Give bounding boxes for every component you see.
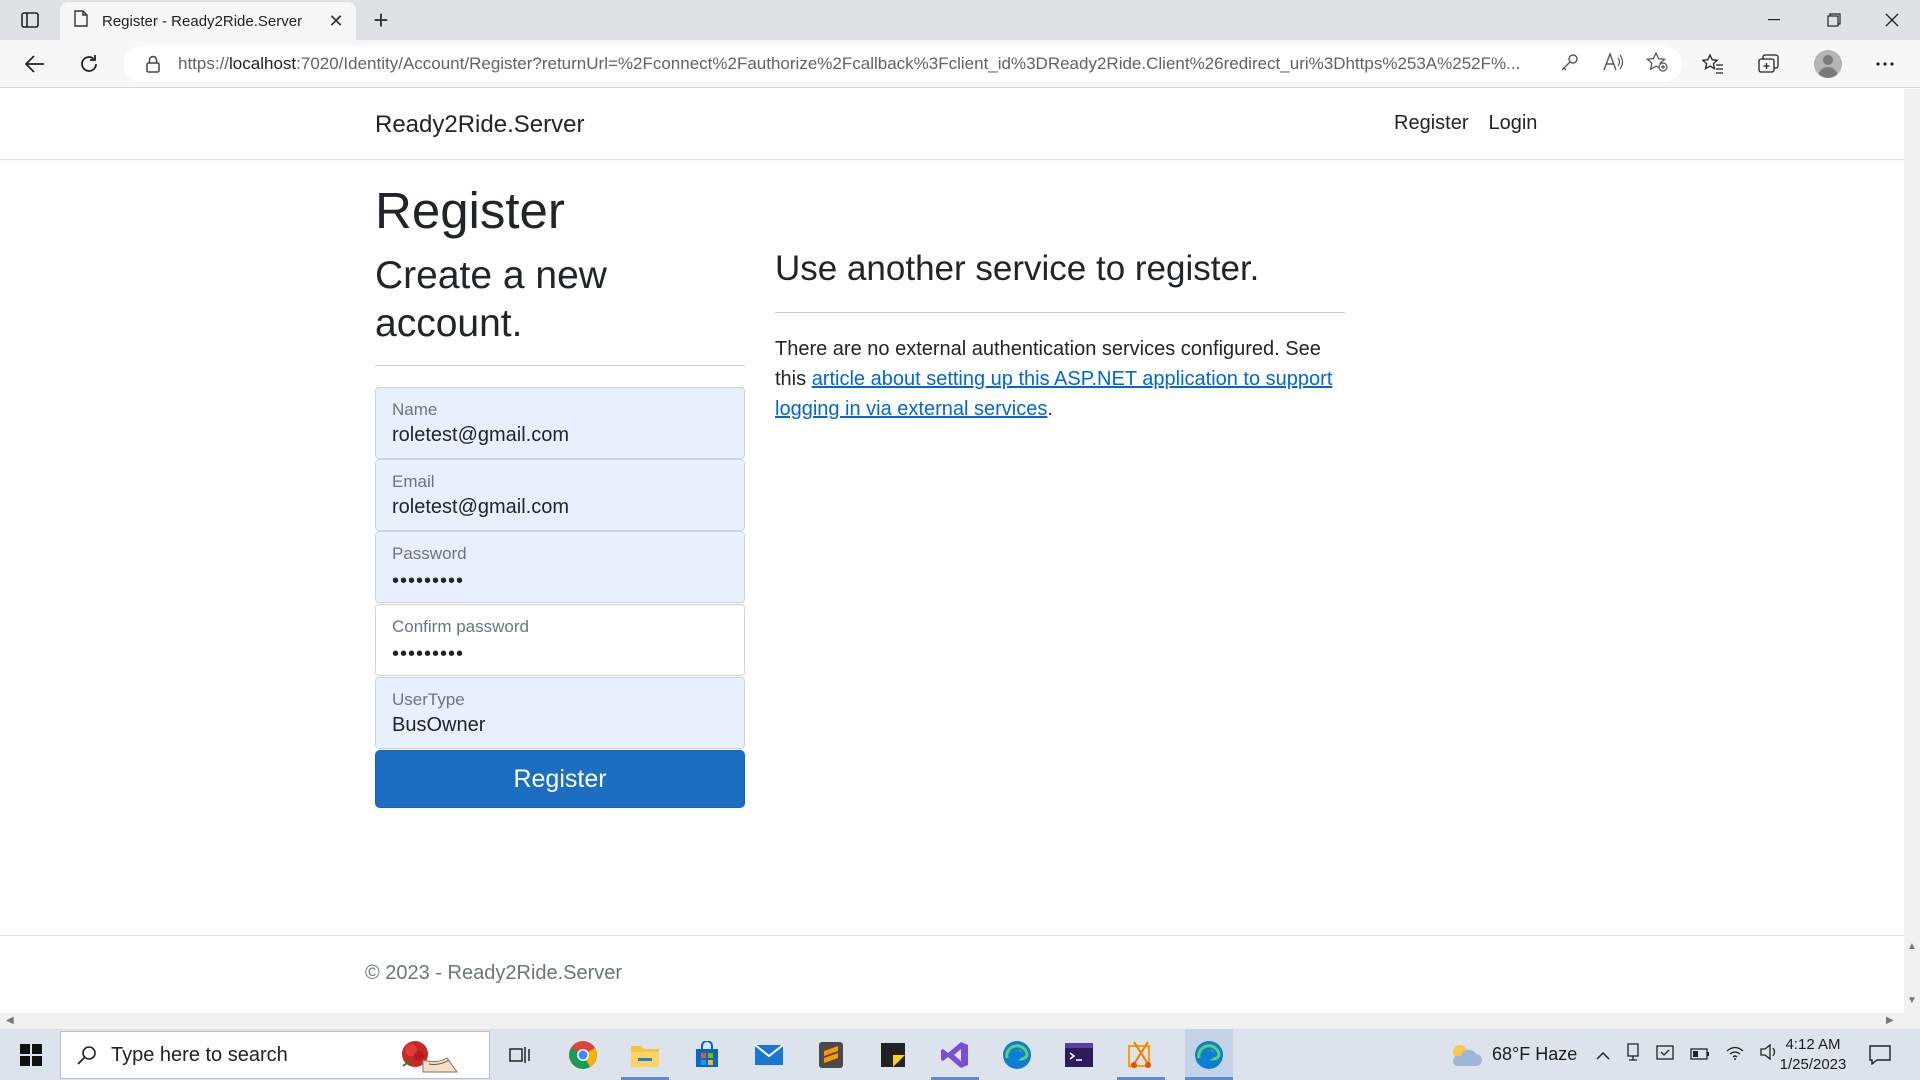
divider — [775, 312, 1345, 313]
add-favorite-icon[interactable] — [1645, 51, 1668, 77]
site-brand[interactable]: Ready2Ride.Server — [375, 111, 584, 139]
sticky-notes-icon[interactable] — [875, 1037, 911, 1073]
usertype-field[interactable]: UserType BusOwner — [375, 677, 745, 749]
terminal-icon[interactable] — [1061, 1037, 1097, 1073]
system-clock[interactable]: 4:12 AM 1/25/2023 — [1772, 1035, 1854, 1075]
external-text-end: . — [1047, 398, 1053, 420]
search-icon — [77, 1045, 97, 1065]
page-title: Register — [375, 182, 565, 239]
meet-now-icon[interactable] — [1626, 1043, 1640, 1066]
weather-cloud-icon — [1452, 1044, 1482, 1066]
name-field[interactable]: Name roletest@gmail.com — [375, 387, 745, 459]
collections-icon[interactable] — [1752, 48, 1786, 80]
file-explorer-icon[interactable] — [627, 1037, 663, 1073]
profile-avatar[interactable] — [1814, 50, 1842, 78]
form-subtitle: Create a new account. — [375, 254, 607, 345]
chevron-up-icon[interactable] — [1596, 1044, 1610, 1065]
scroll-up-icon[interactable]: ▲ — [1907, 941, 1917, 952]
refresh-icon[interactable] — [72, 48, 106, 80]
clock-time: 4:12 AM — [1785, 1036, 1841, 1053]
password-label: Password — [392, 544, 467, 563]
notifications-icon[interactable] — [1862, 1037, 1898, 1073]
email-field[interactable]: Email roletest@gmail.com — [375, 459, 745, 531]
edge-active-icon[interactable] — [1185, 1029, 1233, 1080]
external-services-article-link[interactable]: article about setting up this ASP.NET ap… — [775, 368, 1332, 420]
footer-copyright: © 2023 - Ready2Ride.Server — [365, 962, 623, 984]
site-navbar: Ready2Ride.Server Register Login — [0, 89, 1904, 160]
weather-text: 68°F Haze — [1492, 1044, 1578, 1064]
microsoft-store-icon[interactable] — [689, 1037, 725, 1073]
more-options-icon[interactable] — [1868, 48, 1902, 80]
snipping-tool-icon[interactable] — [1123, 1037, 1159, 1073]
clock-date: 1/25/2023 — [1779, 1056, 1847, 1073]
favorites-icon[interactable] — [1696, 48, 1730, 80]
edge-icon[interactable] — [999, 1037, 1035, 1073]
key-icon[interactable] — [1560, 52, 1580, 77]
tab-title: Register - Ready2Ride.Server — [102, 12, 303, 30]
visual-studio-icon[interactable] — [937, 1037, 973, 1073]
browser-tab-bar: Register - Ready2Ride.Server ✕ + — [0, 0, 1920, 40]
battery-icon[interactable] — [1690, 1044, 1710, 1065]
browser-tab-active[interactable]: Register - Ready2Ride.Server ✕ — [60, 2, 356, 40]
site-footer: © 2023 - Ready2Ride.Server — [0, 935, 1904, 1013]
page-viewport: Ready2Ride.Server Register Login Registe… — [0, 89, 1904, 1013]
scroll-down-icon[interactable]: ▼ — [1907, 995, 1917, 1006]
scroll-left-icon[interactable]: ◀ — [6, 1015, 14, 1026]
security-icon[interactable] — [1656, 1043, 1674, 1066]
horizontal-scrollbar[interactable]: ◀ ▶ — [0, 1013, 1904, 1029]
external-heading: Use another service to register. — [775, 249, 1260, 288]
mail-icon[interactable] — [751, 1037, 787, 1073]
password-field[interactable]: Password ••••••••• — [375, 531, 745, 603]
lock-icon[interactable] — [146, 55, 166, 73]
page-icon — [74, 10, 88, 32]
close-window-icon[interactable] — [1864, 0, 1920, 40]
confirm-password-label: Confirm password — [392, 617, 529, 636]
close-tab-icon[interactable]: ✕ — [322, 7, 350, 35]
system-tray — [1596, 1029, 1778, 1080]
name-value[interactable]: roletest@gmail.com — [392, 424, 569, 447]
url-path: :7020/Identity/Account/Register?returnUr… — [296, 54, 1521, 73]
address-bar[interactable]: https://localhost:7020/Identity/Account/… — [124, 46, 1682, 82]
url-host: localhost — [229, 54, 297, 73]
scroll-right-icon[interactable]: ▶ — [1886, 1015, 1894, 1026]
tab-actions-icon[interactable] — [14, 8, 46, 32]
register-button[interactable]: Register — [375, 750, 745, 808]
wifi-icon[interactable] — [1726, 1044, 1744, 1065]
url-scheme: https:// — [178, 54, 230, 73]
vertical-scrollbar[interactable]: ▲ ▼ — [1904, 89, 1920, 1013]
read-aloud-icon[interactable] — [1602, 52, 1624, 77]
divider — [375, 365, 745, 366]
minimize-icon[interactable] — [1746, 0, 1802, 40]
confirm-password-value[interactable]: ••••••••• — [392, 643, 464, 666]
search-placeholder: Type here to search — [111, 1043, 288, 1066]
task-view-icon[interactable] — [502, 1037, 538, 1073]
url-text[interactable]: https://localhost:7020/Identity/Account/… — [178, 54, 1544, 74]
new-tab-icon[interactable]: + — [366, 5, 396, 35]
email-value[interactable]: roletest@gmail.com — [392, 496, 569, 519]
external-info-text: There are no external authentication ser… — [775, 334, 1345, 424]
confirm-password-field[interactable]: Confirm password ••••••••• — [375, 604, 745, 676]
search-highlight-image — [402, 1041, 458, 1073]
sublime-text-icon[interactable] — [813, 1037, 849, 1073]
windows-start-icon[interactable] — [10, 1039, 52, 1071]
password-value[interactable]: ••••••••• — [392, 570, 464, 593]
nav-register-link[interactable]: Register — [1394, 112, 1468, 135]
name-label: Name — [392, 400, 438, 419]
taskbar: Type here to search 68°F Haze 4:12 AM 1/… — [0, 1029, 1920, 1080]
scroll-corner — [1904, 1013, 1920, 1029]
taskbar-search-box[interactable]: Type here to search — [60, 1031, 490, 1079]
usertype-label: UserType — [392, 690, 465, 709]
back-arrow-icon[interactable] — [18, 48, 52, 80]
nav-login-link[interactable]: Login — [1488, 112, 1537, 135]
email-label: Email — [392, 472, 435, 491]
weather-widget[interactable]: 68°F Haze — [1448, 1029, 1577, 1080]
browser-toolbar: https://localhost:7020/Identity/Account/… — [0, 40, 1920, 88]
chrome-icon[interactable] — [565, 1037, 601, 1073]
usertype-value[interactable]: BusOwner — [392, 714, 485, 737]
restore-icon[interactable] — [1806, 0, 1862, 40]
